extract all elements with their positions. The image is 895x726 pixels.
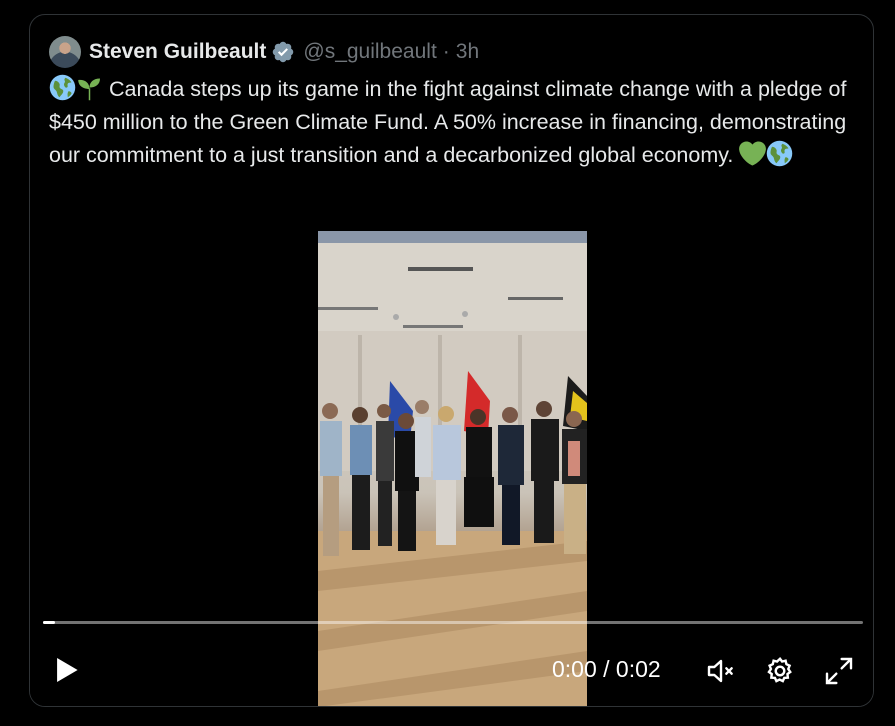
fullscreen-icon[interactable] xyxy=(823,655,855,687)
video-progress-bar[interactable] xyxy=(43,621,863,624)
globe-americas-icon xyxy=(767,140,793,167)
separator-dot: · xyxy=(442,40,450,63)
video-still-image xyxy=(318,231,587,706)
avatar[interactable] xyxy=(49,36,81,68)
green-heart-icon xyxy=(739,141,767,166)
mute-icon[interactable] xyxy=(705,655,737,687)
author-name[interactable]: Steven Guilbeault xyxy=(89,40,266,64)
video-controls-bar: 0:00 / 0:02 xyxy=(30,645,873,695)
tweet-card[interactable]: Steven Guilbeault @s_guilbeault · 3h Can… xyxy=(29,14,874,707)
seedling-icon xyxy=(78,78,100,101)
author-handle[interactable]: @s_guilbeault xyxy=(303,40,436,64)
video-player[interactable]: 0:00 / 0:02 xyxy=(30,231,873,706)
tweet-body-text: Canada steps up its game in the fight ag… xyxy=(49,77,847,167)
verified-badge-icon xyxy=(273,41,294,63)
settings-gear-icon[interactable] xyxy=(764,655,796,687)
tweet-header: Steven Guilbeault @s_guilbeault · 3h xyxy=(49,36,479,68)
video-progress-fill xyxy=(43,621,55,624)
tweet-text: Canada steps up its game in the fight ag… xyxy=(49,73,849,172)
play-icon[interactable] xyxy=(50,653,84,687)
globe-americas-icon xyxy=(49,74,76,101)
timestamp[interactable]: 3h xyxy=(456,40,479,64)
video-time-readout: 0:00 / 0:02 xyxy=(552,656,661,682)
video-frame[interactable] xyxy=(318,231,587,706)
